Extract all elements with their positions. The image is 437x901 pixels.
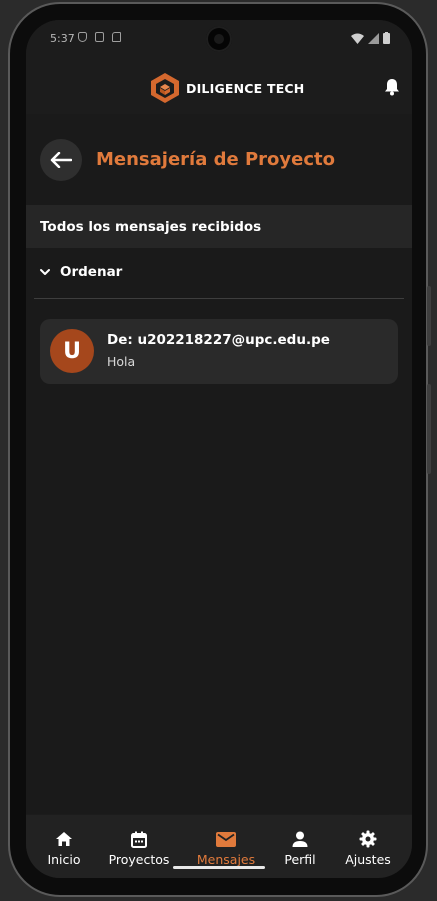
mail-icon [216, 831, 236, 847]
sort-toggle[interactable]: Ordenar [38, 264, 122, 280]
phone-screen: 5:37 DILIGENCE TECH Mensajería de Proyec… [26, 20, 412, 878]
status-time: 5:37 [50, 32, 75, 45]
system-icons [351, 32, 390, 44]
nav-label: Perfil [284, 852, 316, 867]
nav-item-ajustes[interactable]: Ajustes [343, 815, 393, 867]
status-bar: 5:37 [26, 20, 412, 60]
shield-icon [78, 32, 87, 42]
section-header-label: Todos los mensajes recibidos [40, 219, 262, 235]
nav-label: Ajustes [345, 852, 391, 867]
brand-name: DILIGENCE TECH [186, 80, 305, 96]
bell-icon [385, 79, 399, 96]
nav-label: Inicio [47, 852, 81, 867]
main-content: Mensajería de Proyecto Todos los mensaje… [26, 114, 412, 874]
notification-icons [78, 32, 121, 42]
gear-icon [359, 830, 377, 848]
brand-logo: DILIGENCE TECH [150, 72, 304, 104]
home-icon [56, 832, 72, 846]
signal-icon [368, 33, 379, 44]
divider [34, 298, 404, 299]
nav-label: Mensajes [196, 852, 256, 867]
sd-card-icon [112, 32, 121, 42]
arrow-left-icon [50, 152, 72, 168]
section-header: Todos los mensajes recibidos [26, 205, 412, 248]
nav-item-proyectos[interactable]: Proyectos [106, 815, 172, 867]
app-bar: DILIGENCE TECH [26, 60, 412, 114]
notifications-button[interactable] [384, 78, 400, 100]
front-camera [206, 26, 232, 52]
back-button[interactable] [40, 139, 82, 181]
logo-icon [151, 73, 179, 103]
nav-item-inicio[interactable]: Inicio [44, 815, 84, 867]
sort-label: Ordenar [60, 264, 123, 280]
battery-icon [383, 32, 390, 44]
message-sender: De: u202218227@upc.edu.pe [107, 332, 330, 348]
message-card[interactable]: U De: u202218227@upc.edu.pe Hola [40, 319, 398, 384]
nav-label: Proyectos [108, 852, 170, 867]
wifi-icon [351, 33, 364, 44]
nav-item-perfil[interactable]: Perfil [280, 815, 320, 867]
volume-button [427, 286, 431, 346]
power-button [427, 384, 431, 474]
message-preview: Hola [107, 354, 136, 369]
person-icon [292, 831, 308, 847]
gesture-bar[interactable] [173, 866, 265, 869]
chevron-down-icon [40, 269, 50, 275]
avatar: U [50, 329, 94, 373]
bottom-navigation: Inicio Proyectos Mensajes Perfil Ajustes [26, 815, 412, 878]
app-notification-icon [95, 32, 104, 42]
calendar-icon [131, 831, 147, 848]
nav-item-mensajes[interactable]: Mensajes [193, 815, 259, 867]
page-title: Mensajería de Proyecto [96, 149, 336, 170]
